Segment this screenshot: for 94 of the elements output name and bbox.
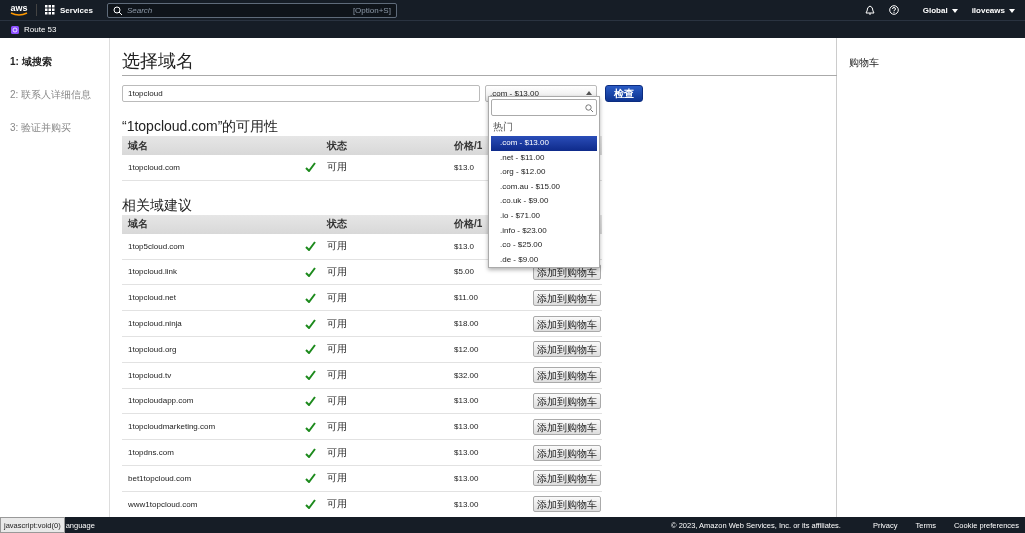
dropdown-option[interactable]: .net - $11.00: [491, 150, 597, 166]
domain-name: 1topcloud.tv: [128, 370, 172, 380]
column-header: 价格/1: [453, 138, 483, 153]
page-title: 选择域名: [122, 50, 195, 72]
add-to-cart-button[interactable]: 添加到购物车: [533, 289, 601, 306]
add-to-cart-button[interactable]: 添加到购物车: [533, 418, 601, 435]
dropdown-option[interactable]: .co - $25.00: [491, 238, 597, 253]
add-to-cart-button[interactable]: 添加到购物车: [533, 341, 601, 358]
dropdown-option[interactable]: .co.uk - $9.00: [491, 194, 597, 209]
price-text: $11.00: [454, 293, 478, 303]
price-text: $18.00: [454, 319, 479, 329]
column-header: 价格/1: [453, 217, 483, 232]
price-text: $13.0: [454, 241, 475, 251]
domain-input[interactable]: 1topcloud: [122, 85, 480, 102]
domain-name: 1topcloudmarketing.com: [128, 422, 216, 432]
add-to-cart-button[interactable]: 添加到购物车: [533, 496, 601, 513]
aws-logo[interactable]: aws: [10, 3, 28, 17]
check-icon: [305, 473, 316, 484]
check-button[interactable]: 检查: [605, 85, 643, 102]
column-header: 状态: [325, 217, 347, 232]
status-text: 可用: [327, 265, 347, 279]
dropdown-option[interactable]: .info - $23.00: [491, 223, 597, 239]
domain-name: bet1topcloud.com: [128, 473, 192, 483]
add-to-cart-button[interactable]: 添加到购物车: [533, 367, 601, 384]
add-to-cart-button[interactable]: 添加到购物车: [533, 470, 601, 487]
check-icon: [305, 370, 316, 381]
status-text: 可用: [327, 497, 347, 512]
check-icon: [305, 318, 316, 329]
price-text: $5.00: [454, 267, 475, 277]
step-item[interactable]: 2: 联系人详细信息: [10, 87, 109, 103]
search-icon: [112, 5, 122, 15]
service-link[interactable]: Route 53: [24, 25, 57, 34]
section-title: 相关域建议: [122, 196, 192, 213]
price-text: $13.00: [454, 396, 479, 406]
price-text: $13.00: [454, 473, 479, 483]
domain-name: 1topcloud.ninja: [128, 319, 182, 329]
status-text: 可用: [327, 239, 347, 254]
search-icon: [585, 103, 593, 112]
dropdown-option[interactable]: .com.au - $15.00: [491, 179, 597, 195]
dropdown-option[interactable]: .io - $71.00: [491, 208, 597, 224]
add-to-cart-button[interactable]: 添加到购物车: [533, 392, 601, 409]
filter-field[interactable]: [491, 99, 597, 116]
check-icon: [305, 447, 316, 458]
price-text: $32.00: [454, 370, 479, 380]
domain-name: www1topcloud.com: [128, 499, 198, 509]
domain-name: 1topcloud.link: [128, 267, 177, 277]
domain-name: 1topcloud.net: [128, 293, 177, 303]
domain-name: 1topcloud.org: [128, 344, 177, 354]
status-text: 可用: [327, 342, 347, 357]
cart-title: 购物车: [849, 57, 879, 68]
price-text: $13.00: [454, 422, 479, 432]
status-text: 可用: [327, 471, 347, 486]
domain-name: 1topcloudapp.com: [128, 396, 194, 406]
price-text: $13.00: [454, 448, 479, 458]
bell-icon[interactable]: [864, 5, 875, 15]
price-text: $13.0: [454, 162, 475, 172]
dropdown-option[interactable]: .com - $13.00: [491, 136, 597, 151]
step-item[interactable]: 3: 验证并购买: [10, 120, 109, 136]
status-text: 可用: [327, 393, 347, 408]
status-text: 可用: [327, 368, 347, 383]
price-text: $12.00: [454, 344, 479, 354]
column-header: 状态: [325, 138, 347, 153]
region-menu[interactable]: Global: [922, 4, 958, 16]
help-icon[interactable]: [888, 5, 899, 15]
grid-icon: [45, 5, 55, 15]
step-item[interactable]: 1: 域搜索: [10, 54, 109, 70]
price-text: $13.00: [454, 499, 479, 509]
column-header: 域名: [127, 217, 148, 232]
dropdown-option[interactable]: .de - $9.00: [491, 252, 597, 267]
account-menu[interactable]: iloveaws: [971, 4, 1015, 16]
search-field[interactable]: Search [Option+S]: [106, 2, 397, 18]
check-icon: [305, 344, 316, 355]
domain-name: 1topcloud.com: [128, 162, 181, 172]
column-header: 域名: [127, 138, 148, 153]
check-icon: [305, 421, 316, 432]
add-to-cart-button[interactable]: 添加到购物车: [533, 444, 601, 461]
status-text: 可用: [327, 419, 347, 434]
status-text: 可用: [327, 160, 347, 175]
check-icon: [305, 395, 316, 406]
add-to-cart-button[interactable]: 添加到购物车: [533, 315, 601, 332]
check-icon: [305, 241, 316, 252]
status-text: 可用: [327, 290, 347, 305]
status-text: 可用: [327, 316, 347, 331]
section-title: “1topcloud.com”的可用性: [122, 118, 279, 134]
group-label: 热门: [492, 120, 514, 134]
check-icon: [305, 499, 316, 510]
domain-name: 1topdns.com: [128, 448, 174, 458]
services-menu[interactable]: Services: [45, 5, 93, 15]
check-icon: [305, 267, 316, 277]
check-icon: [305, 162, 316, 173]
domain-name: 1top5cloud.com: [128, 241, 185, 251]
dropdown-option[interactable]: .org - $12.00: [491, 165, 597, 180]
status-text: 可用: [327, 445, 347, 460]
check-icon: [305, 292, 316, 303]
